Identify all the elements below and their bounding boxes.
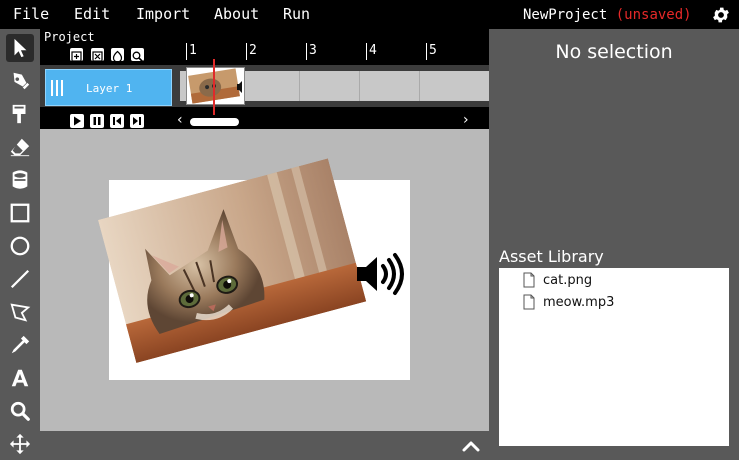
- asset-library-title: Asset Library: [499, 247, 604, 266]
- ruler-number: 4: [369, 43, 377, 58]
- thumbnail-image: [187, 68, 244, 104]
- ruler-tick: [426, 43, 427, 60]
- ruler-number: 2: [249, 43, 257, 58]
- ruler-number: 1: [189, 43, 197, 58]
- chevron-up-icon: [462, 441, 480, 452]
- project-name: NewProject: [523, 7, 608, 23]
- zoom-tool[interactable]: [6, 397, 34, 425]
- delete-layer-button[interactable]: [91, 48, 104, 62]
- keyframe-thumbnail[interactable]: [186, 67, 245, 105]
- eraser-tool[interactable]: [6, 133, 34, 161]
- ruler-number: 3: [309, 43, 317, 58]
- timeline-project-label: Project: [44, 30, 95, 44]
- file-icon: [523, 272, 535, 288]
- rectangle-tool[interactable]: [6, 199, 34, 227]
- brush-tool[interactable]: [6, 100, 34, 128]
- delete-layer-icon: [92, 51, 103, 62]
- step-back-button[interactable]: [110, 114, 124, 128]
- scroll-left-arrow[interactable]: ‹: [177, 112, 183, 128]
- menu-edit[interactable]: Edit: [74, 5, 110, 23]
- asset-item[interactable]: meow.mp3: [523, 292, 614, 312]
- ruler-tick: [246, 43, 247, 60]
- ruler-tick: [306, 43, 307, 60]
- frame-cell[interactable]: [360, 71, 420, 101]
- paint-bucket-icon: [12, 170, 28, 189]
- stage[interactable]: [98, 158, 410, 380]
- eyedropper-tool[interactable]: [6, 331, 34, 359]
- menu-bar: File Edit Import About Run NewProject (u…: [0, 0, 739, 29]
- inspector-panel: No selection Asset Library cat.png meow.…: [489, 29, 739, 460]
- frame-cell[interactable]: [240, 71, 300, 101]
- ruler-tick: [366, 43, 367, 60]
- canvas-area[interactable]: [40, 129, 489, 431]
- gear-icon: [713, 7, 729, 23]
- text-tool[interactable]: [6, 364, 34, 392]
- step-forward-icon: [133, 117, 141, 125]
- unsaved-status: (unsaved): [615, 7, 692, 23]
- asset-name: meow.mp3: [543, 294, 615, 310]
- eyedropper-icon: [11, 335, 30, 354]
- add-layer-icon: [71, 51, 82, 62]
- magnifier-icon: [10, 401, 30, 421]
- play-icon: [74, 116, 81, 126]
- menu-file[interactable]: File: [13, 5, 49, 23]
- frame-ruler[interactable]: 1 2 3 4 5: [186, 43, 489, 60]
- add-layer-button[interactable]: [70, 48, 83, 62]
- layer-row[interactable]: Layer 1: [45, 69, 172, 106]
- asset-library-list[interactable]: cat.png meow.mp3: [499, 268, 729, 446]
- letter-a-icon: [11, 369, 29, 387]
- pause-icon: [93, 117, 101, 125]
- play-button[interactable]: [70, 114, 84, 128]
- pen-tool[interactable]: [6, 67, 34, 95]
- menu-import[interactable]: Import: [136, 5, 190, 23]
- scroll-right-arrow[interactable]: ›: [463, 112, 469, 128]
- frame-cell[interactable]: [420, 71, 480, 101]
- fill-tool[interactable]: [6, 166, 34, 194]
- app-window: File Edit Import About Run NewProject (u…: [0, 0, 739, 460]
- layer-area: Layer 1: [40, 65, 489, 107]
- menu-run[interactable]: Run: [283, 5, 310, 23]
- cursor-arrow-icon: [14, 38, 27, 58]
- polygon-lasso-icon: [10, 303, 31, 322]
- polygon-tool[interactable]: [6, 298, 34, 326]
- move-arrows-icon: [9, 433, 31, 455]
- file-icon: [523, 294, 535, 310]
- line-tool[interactable]: [6, 265, 34, 293]
- drag-handle-icon[interactable]: [50, 80, 66, 96]
- zoom-icon: [132, 51, 144, 63]
- select-tool[interactable]: [6, 34, 34, 62]
- layer-name: Layer 1: [86, 82, 133, 95]
- timeline-zoom-button[interactable]: [131, 48, 144, 63]
- pan-tool[interactable]: [6, 430, 34, 458]
- line-icon: [10, 269, 30, 289]
- circle-icon: [10, 236, 30, 256]
- settings-button[interactable]: [711, 5, 731, 25]
- playback-controls: ‹ ›: [40, 112, 489, 129]
- asset-item[interactable]: cat.png: [523, 270, 592, 290]
- toggle-panel-button[interactable]: [461, 436, 481, 456]
- pen-nib-icon: [13, 72, 30, 90]
- step-back-icon: [113, 117, 121, 125]
- ruler-tick: [186, 43, 187, 60]
- pause-button[interactable]: [90, 114, 104, 128]
- canvas-bottom-bar: [40, 431, 489, 460]
- menu-about[interactable]: About: [214, 5, 259, 23]
- ruler-number: 5: [429, 43, 437, 58]
- no-selection-text: No selection: [555, 41, 673, 63]
- asset-name: cat.png: [543, 272, 593, 288]
- eraser-icon: [10, 138, 30, 157]
- project-title[interactable]: NewProject (unsaved): [523, 7, 692, 23]
- timeline-panel: Project 1 2 3 4 5 Layer 1 ‹ ›: [40, 29, 489, 129]
- onion-skin-icon: [112, 50, 123, 63]
- rectangle-icon: [10, 203, 30, 223]
- ellipse-tool[interactable]: [6, 232, 34, 260]
- step-forward-button[interactable]: [130, 114, 144, 128]
- tool-palette: [0, 29, 40, 460]
- onion-skin-button[interactable]: [111, 48, 124, 63]
- frame-cell[interactable]: [300, 71, 360, 101]
- paintbrush-icon: [12, 104, 26, 124]
- speaker-icon[interactable]: [355, 252, 407, 296]
- playhead[interactable]: [213, 59, 215, 115]
- timeline-scroll-thumb[interactable]: [190, 118, 239, 126]
